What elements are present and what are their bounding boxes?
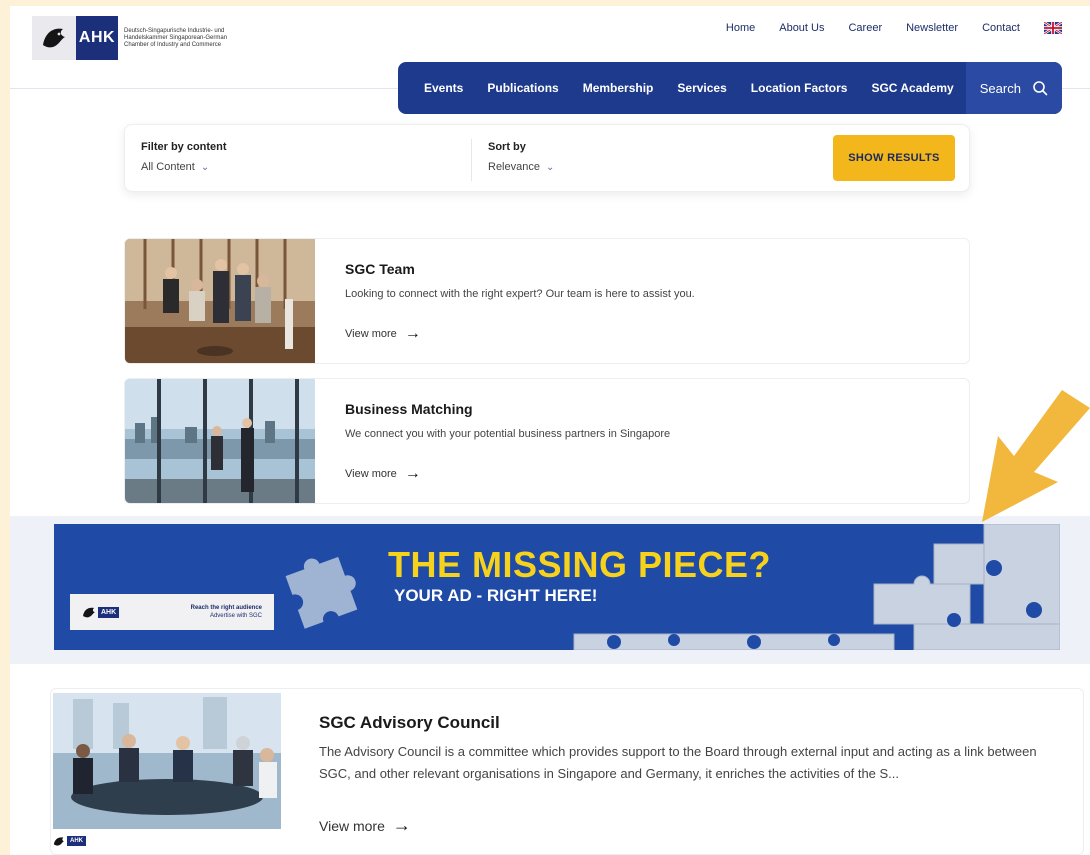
top-link-home[interactable]: Home	[726, 22, 755, 34]
arrow-right-icon: →	[404, 325, 421, 342]
nav-location-factors[interactable]: Location Factors	[739, 81, 860, 95]
chevron-down-icon: ⌄	[545, 161, 555, 173]
search-button[interactable]: Search	[965, 62, 1062, 114]
ad-subheadline: YOUR AD - RIGHT HERE!	[394, 586, 598, 605]
search-icon	[1033, 81, 1048, 96]
uk-flag-icon[interactable]	[1044, 22, 1062, 34]
ad-badge: AHK Reach the right audience Advertise w…	[70, 594, 274, 630]
photo-credit-logo-text: AHK	[67, 836, 86, 846]
ad-badge-line1: Reach the right audience	[190, 605, 262, 611]
nav-services[interactable]: Services	[665, 81, 738, 95]
card-description: We connect you with your potential busin…	[345, 428, 671, 440]
sort-filter[interactable]: Sort by Relevance ⌄	[488, 141, 554, 173]
lion-icon	[83, 607, 95, 618]
card-sgc-team[interactable]: SGC Team Looking to connect with the rig…	[124, 238, 970, 364]
card-description: The Advisory Council is a committee whic…	[319, 744, 1037, 781]
content-filter[interactable]: Filter by content All Content ⌄	[141, 141, 227, 173]
content-filter-select[interactable]: All Content ⌄	[141, 161, 227, 173]
show-results-button[interactable]: SHOW RESULTS	[833, 135, 955, 181]
top-link-career[interactable]: Career	[848, 22, 882, 34]
sort-select[interactable]: Relevance ⌄	[488, 161, 554, 173]
site-logo[interactable]: AHK Deutsch-Singapurische Industrie- und…	[32, 16, 234, 60]
card-advisory-council[interactable]: AHK SGC Advisory Council The Advisory Co…	[50, 688, 1084, 855]
top-link-contact[interactable]: Contact	[982, 22, 1020, 34]
ad-badge-logo: AHK	[82, 605, 122, 619]
card-description: Looking to connect with the right expert…	[345, 288, 695, 300]
view-more-label: View more	[345, 468, 397, 480]
main-navigation: Events Publications Membership Services …	[398, 62, 1062, 114]
top-link-about[interactable]: About Us	[779, 22, 824, 34]
card-title: SGC Team	[345, 261, 415, 277]
view-more-link[interactable]: View more →	[345, 465, 421, 483]
ahk-logo-box: AHK	[76, 16, 118, 60]
arrow-right-icon: →	[392, 815, 411, 835]
content-filter-value: All Content	[141, 161, 195, 173]
nav-membership[interactable]: Membership	[571, 81, 666, 95]
view-more-label: View more	[345, 328, 397, 340]
photo-credit-logo: AHK	[53, 835, 86, 847]
ad-badge-line2: Advertise with SGC	[209, 613, 262, 619]
ad-badge-text: Reach the right audience Advertise with …	[191, 604, 262, 620]
nav-sgc-academy[interactable]: SGC Academy	[859, 81, 965, 95]
meeting-photo	[53, 693, 281, 829]
nav-publications[interactable]: Publications	[475, 81, 570, 95]
nav-events[interactable]: Events	[398, 81, 475, 95]
business-photo	[125, 379, 315, 503]
top-navigation: Home About Us Career Newsletter Contact	[726, 22, 1062, 34]
lion-icon	[32, 16, 76, 60]
ad-headline: THE MISSING PIECE?	[388, 544, 772, 585]
filter-bar: Filter by content All Content ⌄ Sort by …	[124, 124, 970, 192]
view-more-link[interactable]: View more →	[319, 815, 411, 836]
filter-divider	[471, 139, 472, 181]
ad-banner[interactable]: THE MISSING PIECE? YOUR AD - RIGHT HERE!…	[54, 524, 1060, 650]
arrow-right-icon: →	[404, 465, 421, 482]
content-filter-label: Filter by content	[141, 141, 227, 153]
page: AHK Deutsch-Singapurische Industrie- und…	[10, 6, 1090, 855]
ad-badge-logo-text: AHK	[98, 606, 120, 618]
lion-icon	[53, 837, 65, 846]
sort-label: Sort by	[488, 141, 526, 153]
card-title: Business Matching	[345, 401, 473, 417]
search-label: Search	[979, 80, 1021, 96]
card-business-matching[interactable]: Business Matching We connect you with yo…	[124, 378, 970, 504]
logo-tagline: Deutsch-Singapurische Industrie- und Han…	[124, 27, 228, 48]
top-link-newsletter[interactable]: Newsletter	[906, 22, 958, 34]
chevron-down-icon: ⌄	[200, 161, 210, 173]
sort-value: Relevance	[488, 161, 540, 173]
team-photo	[125, 239, 315, 363]
card-title: SGC Advisory Council	[319, 713, 500, 732]
view-more-label: View more	[319, 817, 385, 834]
annotation-arrow-icon	[982, 390, 1090, 522]
view-more-link[interactable]: View more →	[345, 325, 421, 343]
